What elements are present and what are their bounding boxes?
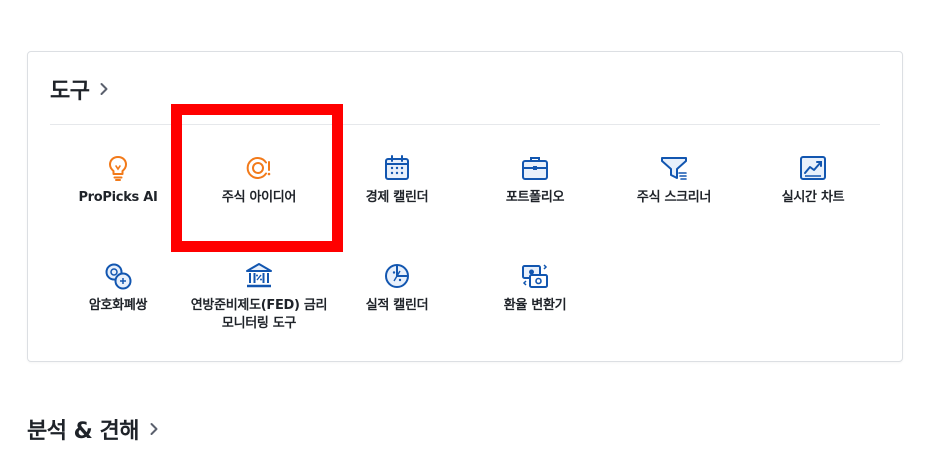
tool-label: 실시간 차트 (781, 190, 845, 205)
tool-propicks-ai[interactable]: ProPicks AI (38, 153, 198, 207)
bank-icon (246, 263, 272, 288)
tool-realtime-chart[interactable]: 실시간 차트 (733, 153, 893, 207)
tool-portfolio[interactable]: 포트폴리오 (455, 153, 615, 207)
tool-label: 암호화폐쌍 (88, 298, 148, 313)
lightbulb-icon (109, 156, 127, 181)
tool-label: 실적 캘린더 (365, 298, 429, 313)
calendar-icon (385, 155, 409, 180)
tool-fed-rate-monitor[interactable]: 연방준비제도(FED) 금리 모니터링 도구 (179, 261, 339, 333)
tool-label: 주식 아이디어 (221, 190, 297, 205)
chevron-right-icon (149, 421, 159, 440)
briefcase-icon (522, 157, 548, 180)
tool-earnings-calendar[interactable]: 실적 캘린더 (317, 261, 477, 315)
target-idea-icon (246, 157, 271, 179)
crypto-coins-icon (105, 263, 132, 290)
currency-exchange-icon (522, 264, 548, 288)
analysis-section-title: 분석 & 견해 (27, 419, 139, 444)
tool-label: ProPicks AI (78, 190, 158, 205)
tool-label: 환율 변환기 (503, 298, 567, 313)
tool-economic-calendar[interactable]: 경제 캘린더 (317, 153, 477, 207)
tools-card: 도구 ProPicks AI 주식 아이디어 경제 캘린더 포트폴리오 주식 스… (27, 51, 903, 362)
tool-label: 경제 캘린더 (365, 190, 429, 205)
tool-stock-ideas[interactable]: 주식 아이디어 (179, 153, 339, 207)
chevron-right-icon (99, 81, 109, 100)
tool-label: 주식 스크리너 (636, 190, 712, 205)
tool-stock-screener[interactable]: 주식 스크리너 (594, 153, 754, 207)
tool-label: 연방준비제도(FED) 금리 모니터링 도구 (190, 298, 328, 331)
earnings-pie-icon (385, 264, 409, 288)
tool-currency-converter[interactable]: 환율 변환기 (455, 261, 615, 315)
tool-crypto-pairs[interactable]: 암호화폐쌍 (38, 261, 198, 315)
analysis-section-header[interactable]: 분석 & 견해 (27, 412, 159, 446)
funnel-icon (661, 157, 687, 180)
tools-section-title: 도구 (50, 79, 90, 104)
tools-section-header[interactable]: 도구 (50, 74, 109, 104)
section-divider (50, 124, 880, 125)
tool-label: 포트폴리오 (505, 190, 565, 205)
chart-icon (800, 156, 826, 180)
